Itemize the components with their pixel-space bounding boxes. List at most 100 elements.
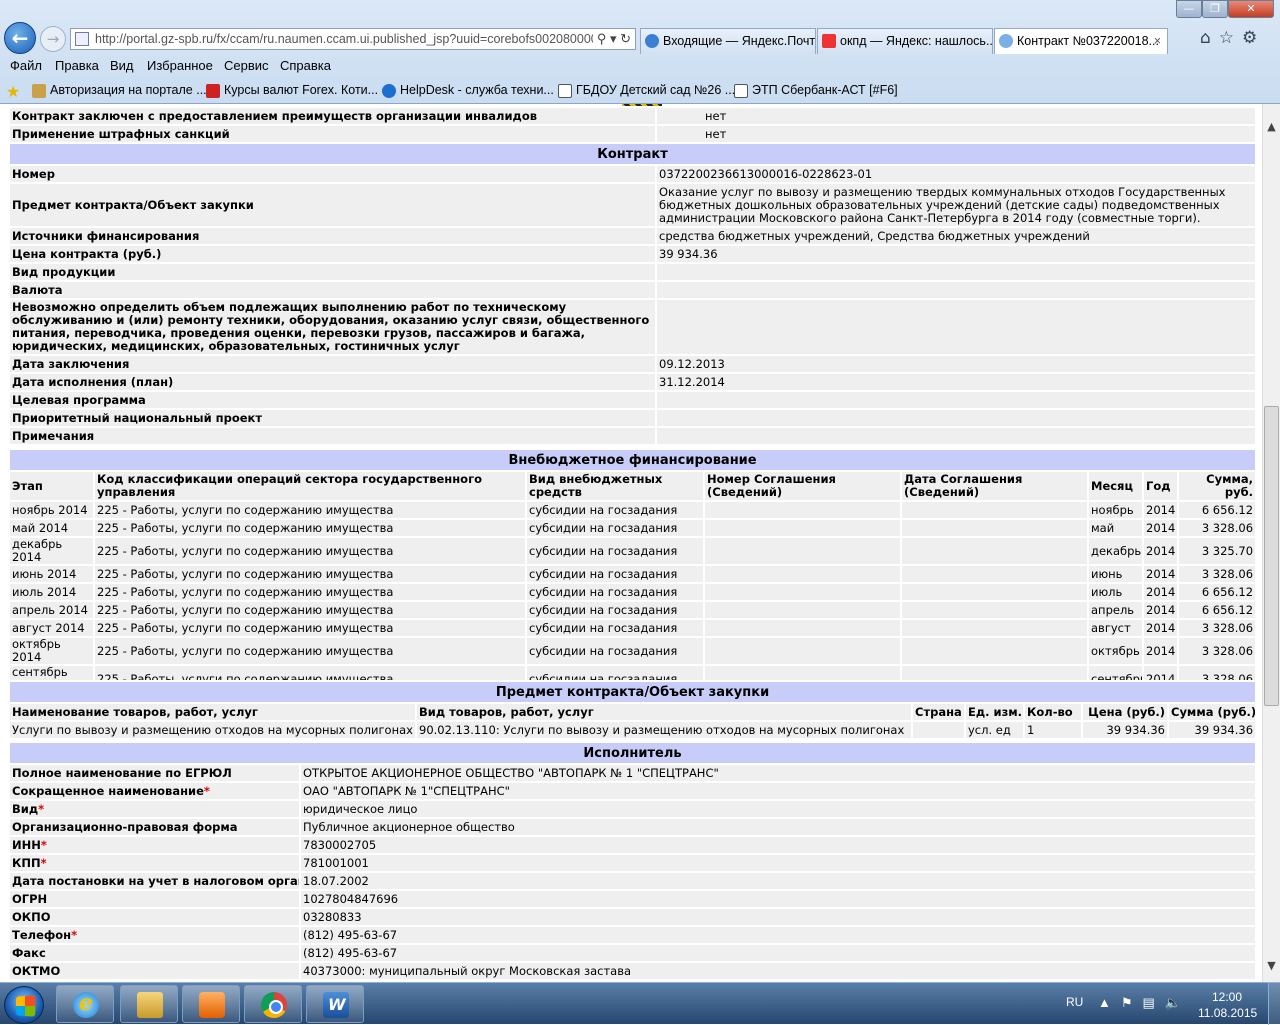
taskbar: RU ▲⚑▤🔈 12:00 11.08.2015 <box>0 982 1280 1025</box>
fav-item[interactable]: ГБДОУ Детский сад №26 ... <box>558 83 735 98</box>
offbudget-table: Внебюджетное финансирование Этап Код кла… <box>7 448 1258 694</box>
tray-icons[interactable]: ▲⚑▤🔈 <box>1098 995 1191 1011</box>
field-value: 31.12.2014 <box>655 372 1257 392</box>
fav-label: Авторизация на портале ... <box>50 83 207 97</box>
table-row: Валюта <box>8 280 1257 300</box>
executor-rows: Полное наименование по ЕГРЮЛ ОТКРЫТОЕ АКЦ… <box>8 763 1257 981</box>
scroll-thumb[interactable] <box>1264 406 1279 706</box>
show-desktop-button[interactable] <box>1268 983 1280 1025</box>
column-header: Номер Соглашения (Сведений) <box>703 470 902 502</box>
table-cell <box>900 564 1089 584</box>
field-label-text: Организационно-правовая форма <box>12 819 238 834</box>
fav-item[interactable]: Авторизация на портале ... <box>32 83 207 98</box>
field-value: 0372200236613000016-0228623-01 <box>655 164 1257 184</box>
address-bar[interactable]: http://portal.gz-spb.ru/fx/ccam/ru.naume… <box>70 28 636 50</box>
minimize-button[interactable]: — <box>1176 0 1202 18</box>
taskbar-word[interactable] <box>306 985 364 1023</box>
taskbar-chrome[interactable] <box>244 985 302 1023</box>
table-cell: 90.02.13.110: Услуги по вывозу и размеще… <box>415 720 913 740</box>
start-button[interactable] <box>4 986 44 1024</box>
vertical-scrollbar[interactable]: ▲ ▼ <box>1262 104 1280 982</box>
back-button[interactable]: ← <box>4 22 36 54</box>
fav-item[interactable]: HelpDesk - служба техни... <box>382 83 554 98</box>
table-cell <box>900 536 1089 566</box>
field-value: 7830002705 <box>299 835 1257 855</box>
table-cell: октябрь 2014 <box>8 636 95 666</box>
forward-button[interactable]: → <box>40 26 66 52</box>
required-marker: * <box>203 783 210 798</box>
table-cell: субсидии на госзадания <box>525 582 705 602</box>
tab-contract[interactable]: Контракт №037220018... × <box>994 28 1168 54</box>
table-cell: 2014 <box>1142 600 1179 620</box>
fav-item[interactable]: Курсы валют Forex. Коти... <box>206 83 378 98</box>
menu-favorites[interactable]: Избранное <box>147 58 213 73</box>
search-refresh-icons[interactable]: ⚲ ▾ ↻ <box>592 29 631 49</box>
field-value: Публичное акционерное общество <box>299 817 1257 837</box>
table-cell: 225 - Работы, услуги по содержанию имуще… <box>93 536 527 566</box>
offbudget-rows: ноябрь 2014 225 - Работы, услуги по содер… <box>8 500 1258 694</box>
field-value <box>655 280 1257 300</box>
language-indicator[interactable]: RU <box>1066 995 1083 1009</box>
field-value: юридическое лицо <box>299 799 1257 819</box>
menu-edit[interactable]: Правка <box>55 58 99 73</box>
table-cell: 225 - Работы, услуги по содержанию имуще… <box>93 618 527 638</box>
field-value: 1027804847696 <box>299 889 1257 909</box>
table-row: Применение штрафных санкций нет <box>8 124 1257 144</box>
tab-yandex-mail[interactable]: Входящие — Яндекс.Почта <box>640 28 816 54</box>
tab-close-icon[interactable]: × <box>1154 29 1161 53</box>
column-header: Сумма, руб. <box>1176 470 1258 502</box>
tab-yandex-search[interactable]: окпд — Яндекс: нашлось... <box>817 28 993 54</box>
fav-item[interactable]: ЭТП Сбербанк-АСТ [#F6] <box>734 83 898 98</box>
table-row: Примечания <box>8 426 1257 446</box>
field-label: Невозможно определить объем подлежащих в… <box>8 298 657 356</box>
table-cell: субсидии на госзадания <box>525 636 705 666</box>
taskbar-ie[interactable] <box>56 985 114 1023</box>
field-label: ИНН* <box>8 835 301 855</box>
fav-label: ЭТП Сбербанк-АСТ [#F6] <box>752 83 898 97</box>
tab-title: окпд — Яндекс: нашлось... <box>840 34 993 48</box>
scroll-up-icon[interactable]: ▲ <box>1263 120 1280 137</box>
close-button[interactable]: ✕ <box>1228 0 1274 18</box>
table-cell: 2014 <box>1142 518 1179 538</box>
window-controls: — ❐ ✕ <box>1176 0 1280 18</box>
table-cell <box>703 518 902 538</box>
field-label: Предмет контракта/Объект закупки <box>8 182 657 228</box>
table-cell: май <box>1087 518 1144 538</box>
favorites-star-icon[interactable]: ★ <box>6 82 20 102</box>
field-value <box>655 390 1257 410</box>
field-label-text: ИНН <box>12 837 41 852</box>
page-icon <box>75 32 89 46</box>
column-header: Страна <box>911 702 966 722</box>
clock[interactable]: 12:00 11.08.2015 <box>1198 989 1257 1021</box>
table-header-row: Наименование товаров, работ, услуг Вид т… <box>8 702 1258 722</box>
table-cell: октябрь <box>1087 636 1144 666</box>
table-row: Телефон* (812) 495-63-67 <box>8 925 1257 945</box>
taskbar-media-player[interactable] <box>182 985 240 1023</box>
scroll-down-icon[interactable]: ▼ <box>1263 959 1280 976</box>
table-cell: 225 - Работы, услуги по содержанию имуще… <box>93 518 527 538</box>
table-cell <box>900 600 1089 620</box>
page-icon <box>734 84 748 98</box>
table-cell <box>703 536 902 566</box>
table-cell: 225 - Работы, услуги по содержанию имуще… <box>93 600 527 620</box>
table-cell: ноябрь 2014 <box>8 500 95 520</box>
table-row: май 2014 225 - Работы, услуги по содержан… <box>8 518 1258 538</box>
field-label: Применение штрафных санкций <box>8 124 657 144</box>
maximize-button[interactable]: ❐ <box>1202 0 1228 18</box>
column-header: Код классификации операций сектора госуд… <box>93 470 527 502</box>
table-cell: 225 - Работы, услуги по содержанию имуще… <box>93 636 527 666</box>
field-label: Дата заключения <box>8 354 657 374</box>
field-label-text: Телефон <box>12 927 72 942</box>
field-label: Целевая программа <box>8 390 657 410</box>
menu-tools[interactable]: Сервис <box>224 58 269 73</box>
home-favorites-tools-icons[interactable]: ⌂☆⚙ <box>1200 28 1265 48</box>
contract-table: Контракт заключен с предоставлением преи… <box>8 106 1257 446</box>
field-label: Цена контракта (руб.) <box>8 244 657 264</box>
field-value: нет <box>655 106 1257 126</box>
table-cell: апрель 2014 <box>8 600 95 620</box>
menu-view[interactable]: Вид <box>110 58 134 73</box>
menu-file[interactable]: Файл <box>10 58 42 73</box>
taskbar-explorer[interactable] <box>120 985 178 1023</box>
table-cell: 225 - Работы, услуги по содержанию имуще… <box>93 564 527 584</box>
menu-help[interactable]: Справка <box>280 58 331 73</box>
